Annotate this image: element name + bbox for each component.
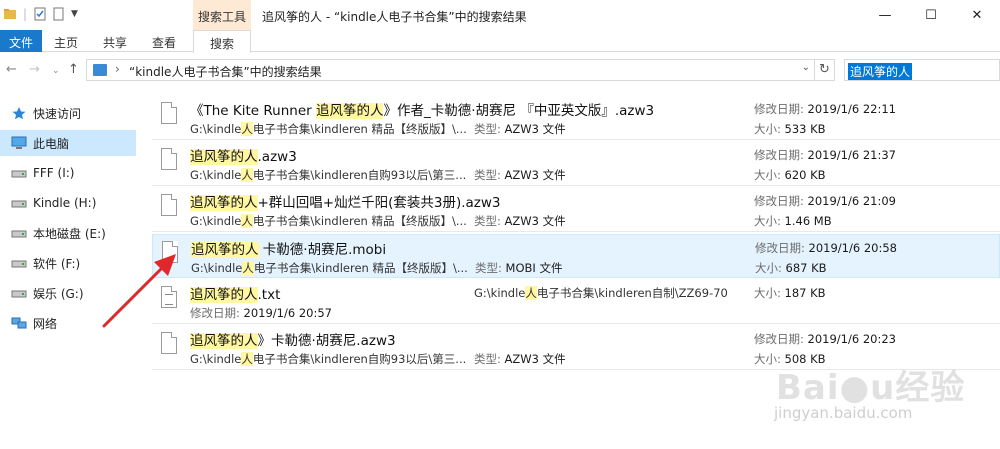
file-name: 追风筝的人 卡勒德·胡赛尼.mobi [191,242,387,258]
file-name: 追风筝的人.txt [190,287,281,303]
recent-locations-chevron-icon[interactable]: ⌄ [52,66,60,76]
drive-icon [11,286,27,300]
location-icon [93,64,107,76]
breadcrumb-separator-icon[interactable]: › [115,62,120,76]
sidebar-item-fff-drive[interactable]: FFF (I:) [0,160,136,186]
sidebar-item-label: 娱乐 (G:) [33,286,84,301]
sidebar-item-quick-access[interactable]: 快速访问 [0,100,136,126]
sidebar-item-entertainment-g[interactable]: 娱乐 (G:) [0,280,136,306]
file-path: G:\kindle人电子书合集\kindleren自购93以后\第三... [190,352,467,366]
file-date: 修改日期: 2019/1/6 20:23 [754,332,896,346]
computer-icon [11,136,27,150]
list-item[interactable]: 追风筝的人+群山回唱+灿烂千阳(套装共3册).azw3 G:\kindle人电子… [152,188,1000,232]
breadcrumb-path[interactable]: “kindle人电子书合集”中的搜索结果 [129,63,322,80]
drive-icon [11,196,27,210]
properties-icon[interactable] [33,7,47,21]
sidebar-item-label: 快速访问 [33,106,82,121]
search-input[interactable]: 追风筝的人 [844,59,1000,81]
tab-home[interactable]: 主页 [48,30,84,52]
drive-icon [11,226,27,240]
list-item[interactable]: 《The Kite Runner 追风筝的人》作者_卡勒德·胡赛尼 『中亚英文版… [152,96,1000,140]
file-date: 修改日期: 2019/1/6 21:09 [754,194,896,208]
file-type: 类型: AZW3 文件 [474,122,566,136]
close-button[interactable]: ✕ [954,0,1000,30]
file-path: G:\kindle人电子书合集\kindleren自制\ZZ69-70 [474,286,728,300]
file-name: 追风筝的人+群山回唱+灿烂千阳(套装共3册).azw3 [190,195,501,211]
file-size: 大小: 1.46 MB [754,214,832,228]
ribbon-tabs: 文件 主页 共享 查看 搜索 [0,30,1000,53]
file-size: 大小: 187 KB [754,286,826,300]
sidebar-item-kindle-drive[interactable]: Kindle (H:) [0,190,136,216]
sidebar-item-label: 网络 [33,316,58,331]
file-path: G:\kindle人电子书合集\kindleren 精品【终版版】\... [190,214,467,228]
file-size: 大小: 620 KB [754,168,826,182]
file-type: 类型: AZW3 文件 [474,352,566,366]
new-folder-icon[interactable] [53,7,65,21]
window-title: 追风筝的人 - “kindle人电子书合集”中的搜索结果 [262,10,527,24]
window-controls: — ☐ ✕ [862,0,1000,30]
sidebar-item-label: 软件 (F:) [33,256,81,271]
network-icon [11,316,27,330]
text-file-icon [161,286,177,308]
address-dropdown-chevron-icon[interactable]: ⌄ [802,62,810,73]
quick-access-toolbar: | ▼ [3,7,78,21]
sidebar-item-label: 此电脑 [33,136,70,151]
sidebar-item-label: Kindle (H:) [33,196,97,210]
file-path: G:\kindle人电子书合集\kindleren 精品【终版版】\... [190,122,467,136]
minimize-button[interactable]: — [862,0,908,30]
drive-icon [11,256,27,270]
file-icon [161,194,177,216]
file-size: 大小: 533 KB [754,122,826,136]
file-date: 修改日期: 2019/1/6 20:57 [190,306,332,320]
tab-view[interactable]: 查看 [146,30,182,52]
search-results-list: 《The Kite Runner 追风筝的人》作者_卡勒德·胡赛尼 『中亚英文版… [152,96,1000,449]
sidebar-item-software-f[interactable]: 软件 (F:) [0,250,136,276]
file-date: 修改日期: 2019/1/6 22:11 [754,102,896,116]
file-icon [161,102,177,124]
file-type: 类型: MOBI 文件 [475,261,563,275]
back-arrow-icon[interactable]: ← [6,62,17,77]
customize-toolbar-chevron-icon[interactable]: ▼ [71,9,78,19]
file-date: 修改日期: 2019/1/6 21:37 [754,148,896,162]
file-date: 修改日期: 2019/1/6 20:58 [755,241,897,255]
sidebar-item-this-pc[interactable]: 此电脑 [0,130,136,156]
navigation-pane: 快速访问 此电脑 FFF (I:) Kindle (H:) 本地磁盘 (E:) … [0,96,136,449]
forward-arrow-icon[interactable]: → [29,62,40,77]
address-bar[interactable]: › “kindle人电子书合集”中的搜索结果 ⌄ [86,59,815,81]
drive-icon [11,166,27,180]
maximize-button[interactable]: ☐ [908,0,954,30]
tab-file[interactable]: 文件 [0,30,42,52]
file-type: 类型: AZW3 文件 [474,214,566,228]
file-icon [161,148,177,170]
tab-search[interactable]: 搜索 [193,30,251,53]
file-name: 追风筝的人.azw3 [190,149,297,165]
title-bar: | ▼ 搜索工具 追风筝的人 - “kindle人电子书合集”中的搜索结果 — … [0,0,1000,30]
toolbar-separator: | [23,7,28,21]
sidebar-item-local-disk-e[interactable]: 本地磁盘 (E:) [0,220,136,246]
search-tools-context-tab: 搜索工具 [193,0,251,30]
list-item[interactable]: 追风筝的人》卡勒德·胡赛尼.azw3 G:\kindle人电子书合集\kindl… [152,326,1000,370]
file-size: 大小: 687 KB [755,261,827,275]
sidebar-item-network[interactable]: 网络 [0,310,136,336]
file-icon [162,241,178,263]
list-item[interactable]: 追风筝的人.txt G:\kindle人电子书合集\kindleren自制\ZZ… [152,280,1000,324]
list-item-selected[interactable]: 追风筝的人 卡勒德·胡赛尼.mobi G:\kindle人电子书合集\kindl… [152,234,1000,278]
search-query-text: 追风筝的人 [848,63,913,80]
file-type: 类型: AZW3 文件 [474,168,566,182]
list-item[interactable]: 追风筝的人.azw3 G:\kindle人电子书合集\kindleren自购93… [152,142,1000,186]
file-name: 《The Kite Runner 追风筝的人》作者_卡勒德·胡赛尼 『中亚英文版… [190,103,655,119]
sidebar-item-label: 本地磁盘 (E:) [33,226,106,241]
folder-icon[interactable] [3,7,17,21]
file-path: G:\kindle人电子书合集\kindleren自购93以后\第三... [190,168,467,182]
up-arrow-icon[interactable]: ↑ [68,62,79,77]
file-name: 追风筝的人》卡勒德·胡赛尼.azw3 [190,333,396,349]
file-size: 大小: 508 KB [754,352,826,366]
sidebar-item-label: FFF (I:) [33,166,75,180]
file-icon [161,332,177,354]
address-row: ← → ⌄ ↑ › “kindle人电子书合集”中的搜索结果 ⌄ ↻ 追风筝的人 [0,58,1000,84]
tab-share[interactable]: 共享 [97,30,133,52]
star-icon [11,106,27,120]
refresh-icon[interactable]: ↻ [815,59,835,81]
file-path: G:\kindle人电子书合集\kindleren 精品【终版版】\... [191,261,468,275]
